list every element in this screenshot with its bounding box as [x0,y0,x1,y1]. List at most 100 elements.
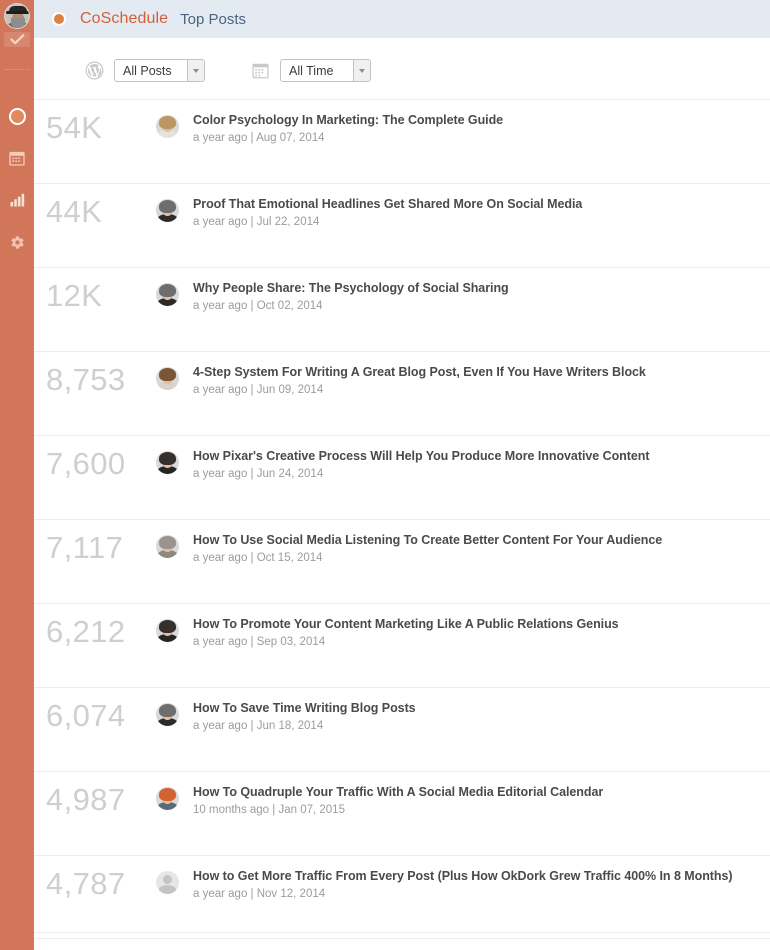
wordpress-icon [84,61,104,81]
app-header: CoSchedule Top Posts [34,0,770,38]
time-range-select-arrow[interactable] [353,60,370,81]
app-root: CoSchedule Top Posts All Posts All Time … [0,0,770,950]
post-share-count: 4,787 [46,866,126,901]
post-meta: a year ago | Jul 22, 2014 [193,216,320,228]
post-text: Color Psychology In Marketing: The Compl… [193,111,503,146]
avatar-beard [11,18,25,28]
post-share-count: 4,987 [46,782,126,817]
main-content: All Posts All Time 54K Color Psychology … [34,38,770,950]
avatar-hair [159,284,176,297]
brand-name[interactable]: CoSchedule [80,10,168,28]
sidebar-divider [4,69,30,70]
post-meta: a year ago | Jun 18, 2014 [193,720,324,732]
post-meta: 10 months ago | Jan 07, 2015 [193,804,345,816]
post-share-count: 7,117 [46,530,124,565]
post-text: How To Save Time Writing Blog Posts a yea… [193,699,416,734]
post-author-avatar [156,535,179,558]
chevron-down-icon [359,68,365,73]
post-title[interactable]: How To Promote Your Content Marketing Li… [193,616,619,632]
time-range-select-value: All Time [289,63,334,78]
post-meta: a year ago | Sep 03, 2014 [193,636,326,648]
post-meta: a year ago | Jun 09, 2014 [193,384,324,396]
gear-icon [10,235,25,250]
brand-dot-icon [52,12,66,26]
post-author-avatar [156,703,179,726]
post-title[interactable]: Color Psychology In Marketing: The Compl… [193,112,503,128]
post-share-count: 6,212 [46,614,126,649]
post-author-avatar [156,367,179,390]
post-title[interactable]: Why People Share: The Psychology of Soci… [193,280,509,296]
post-author-avatar [156,619,179,642]
post-title[interactable]: How To Quadruple Your Traffic With A Soc… [193,784,603,800]
sidebar-item-analytics[interactable] [5,188,29,212]
post-type-select[interactable]: All Posts [114,59,205,82]
post-text: How To Quadruple Your Traffic With A Soc… [193,783,603,818]
post-title[interactable]: Proof That Emotional Headlines Get Share… [193,196,582,212]
time-range-select[interactable]: All Time [280,59,371,82]
post-row[interactable]: 7,117 How To Use Social Media Listening T… [34,519,770,603]
post-type-select-arrow[interactable] [187,60,204,81]
page-title: Top Posts [180,10,247,28]
filter-bar: All Posts All Time [34,38,770,82]
post-meta: a year ago | Oct 15, 2014 [193,552,323,564]
bottom-divider [34,932,770,933]
post-text: Proof That Emotional Headlines Get Share… [193,195,582,230]
post-share-count: 12K [46,278,103,313]
avatar-hat [6,6,29,14]
checkmark-badge[interactable] [4,32,30,47]
post-share-count: 44K [46,194,103,229]
post-author-avatar [156,871,179,894]
avatar[interactable] [4,3,30,29]
sidebar-nav [5,104,29,254]
bar-chart-icon [10,193,25,207]
post-title[interactable]: 4-Step System For Writing A Great Blog P… [193,364,646,380]
avatar-hair [159,788,176,801]
post-text: 4-Step System For Writing A Great Blog P… [193,363,646,398]
avatar-hair [159,200,176,213]
avatar-hair [159,116,176,129]
calendar-icon [250,61,270,81]
avatar-hair [159,704,176,717]
post-meta: a year ago | Nov 12, 2014 [193,888,326,900]
post-row[interactable]: 7,600 How Pixar's Creative Process Will H… [34,435,770,519]
post-text: How Pixar's Creative Process Will Help Y… [193,447,650,482]
post-share-count: 7,600 [46,446,126,481]
post-type-select-value: All Posts [123,63,172,78]
post-title[interactable]: How to Get More Traffic From Every Post … [193,868,733,884]
post-row[interactable]: 4,787 How to Get More Traffic From Every … [34,855,770,939]
top-posts-list: 54K Color Psychology In Marketing: The Co… [34,99,770,939]
chevron-down-icon [193,68,199,73]
post-author-avatar [156,115,179,138]
post-row[interactable]: 6,074 How To Save Time Writing Blog Posts… [34,687,770,771]
avatar-silhouette-body [159,885,176,894]
post-row[interactable]: 44K Proof That Emotional Headlines Get Sh… [34,183,770,267]
post-row[interactable]: 8,753 4-Step System For Writing A Great B… [34,351,770,435]
post-author-avatar [156,199,179,222]
post-title[interactable]: How To Use Social Media Listening To Cre… [193,532,662,548]
post-share-count: 8,753 [46,362,126,397]
circle-dashboard-icon [8,107,26,125]
post-text: How To Use Social Media Listening To Cre… [193,531,662,566]
post-row[interactable]: 4,987 How To Quadruple Your Traffic With … [34,771,770,855]
avatar-silhouette-head [163,875,172,884]
avatar-hair [159,452,176,465]
post-row[interactable]: 54K Color Psychology In Marketing: The Co… [34,99,770,183]
post-title[interactable]: How Pixar's Creative Process Will Help Y… [193,448,650,464]
sidebar-item-settings[interactable] [5,230,29,254]
sidebar-item-calendar[interactable] [5,146,29,170]
post-row[interactable]: 6,212 How To Promote Your Content Marketi… [34,603,770,687]
post-text: How To Promote Your Content Marketing Li… [193,615,619,650]
post-author-avatar [156,283,179,306]
post-text: Why People Share: The Psychology of Soci… [193,279,509,314]
post-share-count: 54K [46,110,103,145]
avatar-hair [159,620,176,633]
post-row[interactable]: 12K Why People Share: The Psychology of S… [34,267,770,351]
post-text: How to Get More Traffic From Every Post … [193,867,733,902]
avatar-hair [159,536,176,549]
post-meta: a year ago | Aug 07, 2014 [193,132,325,144]
sidebar [0,0,34,950]
avatar-hair [159,368,176,381]
post-author-avatar [156,451,179,474]
post-title[interactable]: How To Save Time Writing Blog Posts [193,700,416,716]
sidebar-item-dashboard[interactable] [5,104,29,128]
